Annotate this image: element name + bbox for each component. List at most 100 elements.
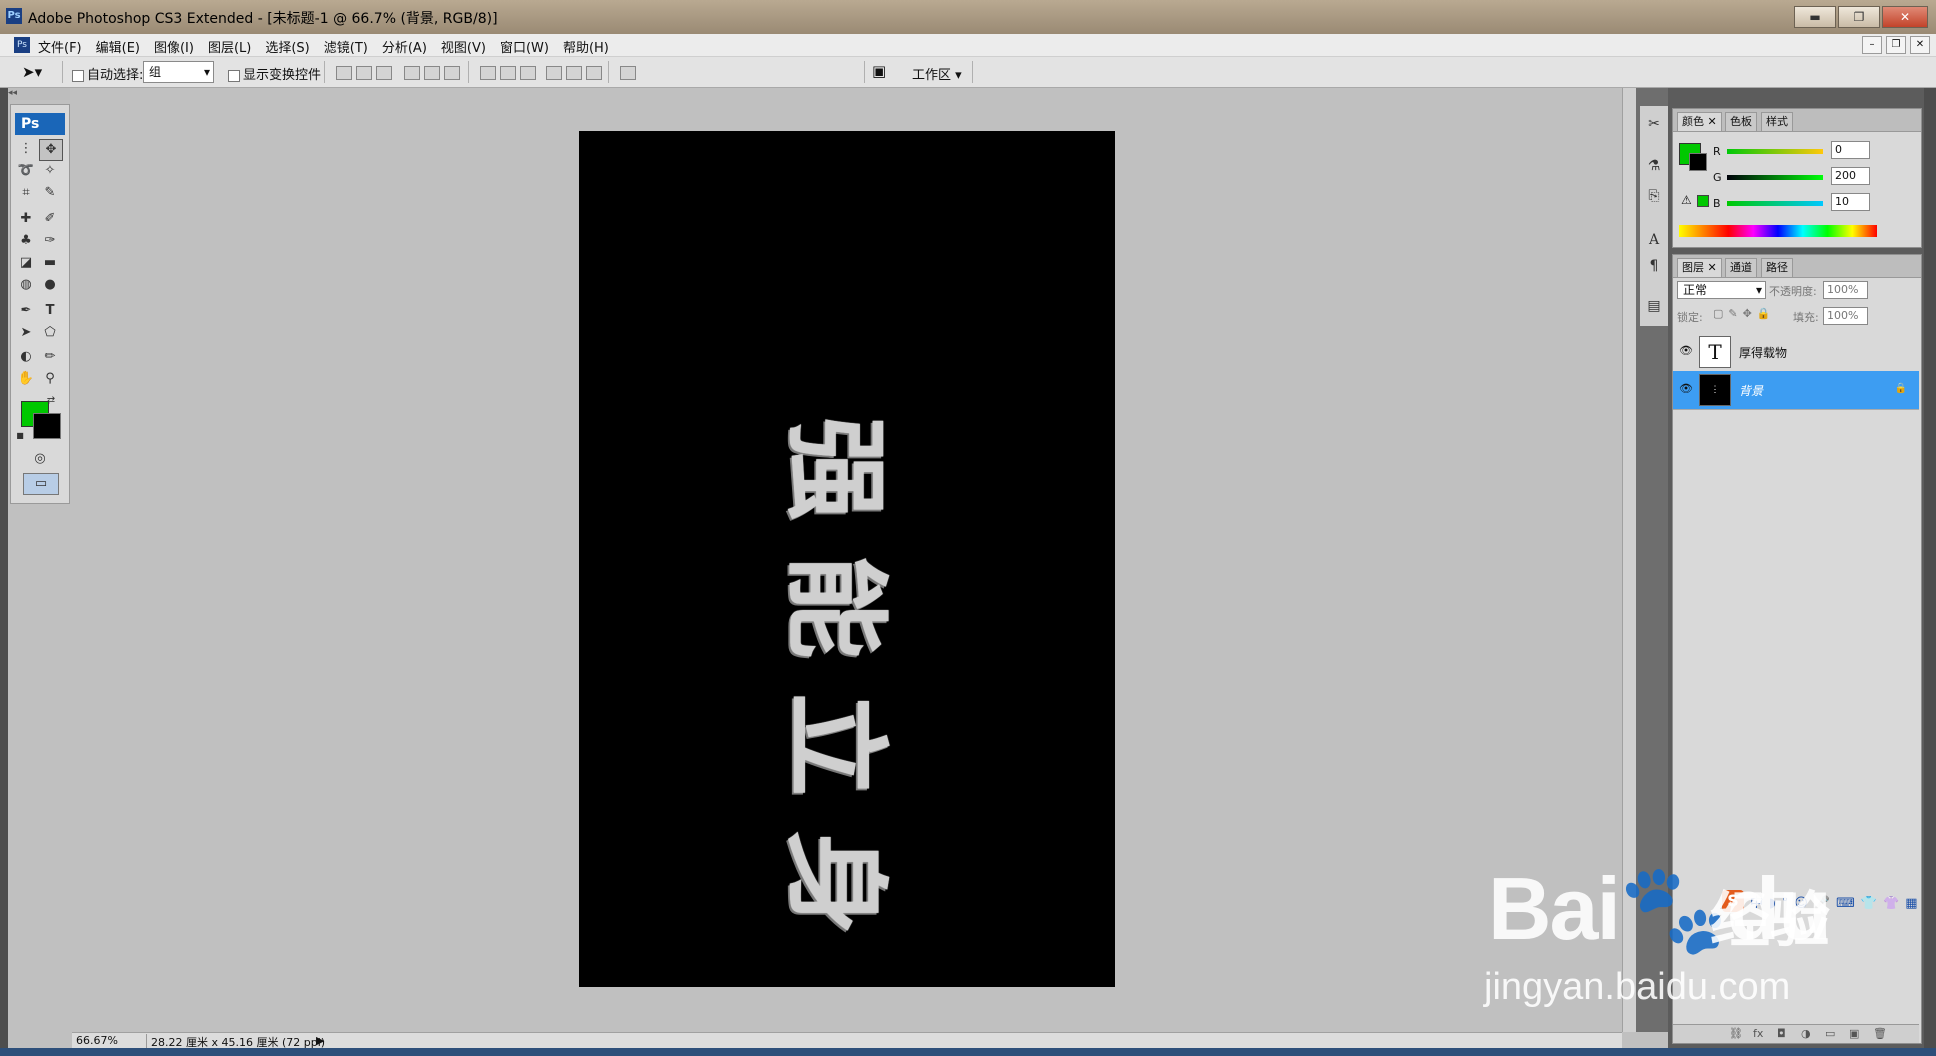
quick-mask-icon[interactable]: ◎ [28, 449, 52, 469]
bridge-icon[interactable]: ▣ [872, 62, 886, 80]
opacity-input[interactable]: 100% [1823, 281, 1868, 299]
layer-row-background[interactable]: 👁 ⋮ 背景 🔒 [1673, 371, 1919, 410]
channel-r-input[interactable]: 0 [1831, 141, 1870, 159]
slice-tool-icon[interactable]: ✎ [39, 183, 61, 203]
align-bottom-icon[interactable] [376, 66, 392, 80]
dodge-tool-icon[interactable]: ● [39, 275, 61, 295]
tab-channels[interactable]: 通道 [1725, 258, 1757, 277]
shape-tool-icon[interactable]: ⬠ [39, 323, 61, 343]
channel-g-input[interactable]: 200 [1831, 167, 1870, 185]
maximize-button[interactable]: ❐ [1838, 6, 1880, 28]
healing-brush-icon[interactable]: ✚ [15, 209, 37, 229]
doc-close-button[interactable]: ✕ [1910, 36, 1930, 54]
distribute-top-icon[interactable] [480, 66, 496, 80]
swap-colors-icon[interactable]: ⇄ [45, 395, 57, 407]
pen-tool-icon[interactable]: ✒ [15, 301, 37, 321]
distribute-hcenter-icon[interactable] [566, 66, 582, 80]
marquee-tool-icon[interactable]: ⋮ [15, 139, 37, 159]
channel-b-slider[interactable] [1727, 201, 1823, 206]
show-transform-checkbox[interactable]: 显示变换控件 [228, 64, 321, 83]
move-tool-icon[interactable]: ✥ [39, 139, 63, 161]
auto-select-checkbox[interactable]: 自动选择: [72, 64, 143, 83]
menu-view[interactable]: 视图(V) [441, 37, 486, 56]
toolbox-collapse-bar[interactable]: ◂◂ [8, 88, 70, 100]
visibility-eye-icon[interactable]: 👁 [1679, 383, 1693, 395]
distribute-left-icon[interactable] [546, 66, 562, 80]
doc-restore-button[interactable]: ❐ [1886, 36, 1906, 54]
screen-mode-icon[interactable]: ▭ [23, 473, 59, 495]
actions-panel-icon[interactable]: ⎘ [1644, 186, 1664, 206]
menu-analysis[interactable]: 分析(A) [382, 37, 427, 56]
channel-r-slider[interactable] [1727, 149, 1823, 154]
3d-rotate-icon[interactable]: ◐ [15, 347, 37, 367]
doc-minimize-button[interactable]: – [1862, 36, 1882, 54]
align-top-icon[interactable] [336, 66, 352, 80]
align-right-icon[interactable] [444, 66, 460, 80]
path-selection-icon[interactable]: ➤ [15, 323, 37, 343]
background-color-swatch[interactable] [33, 413, 61, 439]
paragraph-panel-icon[interactable]: ¶ [1644, 256, 1664, 276]
gamut-color-swatch[interactable] [1697, 195, 1709, 207]
move-tool-preset-icon[interactable]: ➤▾ [22, 63, 42, 81]
minimize-button[interactable]: ▬ [1794, 6, 1836, 28]
workspace-button[interactable]: 工作区 ▾ [912, 64, 962, 83]
document-canvas[interactable]: 强 能 立 身 [579, 131, 1115, 987]
default-colors-icon[interactable]: ■ [15, 431, 25, 441]
distribute-bottom-icon[interactable] [520, 66, 536, 80]
type-tool-icon[interactable]: T [39, 301, 61, 321]
clone-stamp-icon[interactable]: ♣ [15, 231, 37, 251]
visibility-eye-icon[interactable]: 👁 [1679, 345, 1693, 357]
menu-layer[interactable]: 图层(L) [208, 37, 251, 56]
blur-tool-icon[interactable]: ◍ [15, 275, 37, 295]
align-hcenter-icon[interactable] [424, 66, 440, 80]
navigator-panel-icon[interactable]: ✂ [1644, 114, 1664, 134]
close-button[interactable]: ✕ [1882, 6, 1928, 28]
menu-edit[interactable]: 编辑(E) [96, 37, 140, 56]
history-brush-icon[interactable]: ✑ [39, 231, 61, 251]
eyedropper-tool-icon[interactable]: ✏ [39, 347, 61, 367]
lock-icons[interactable]: ▢✎✥🔒 [1713, 307, 1776, 320]
status-menu-arrow-icon[interactable]: ▶ [316, 1034, 324, 1047]
color-bg-swatch[interactable] [1689, 153, 1707, 171]
menu-filter[interactable]: 滤镜(T) [324, 37, 368, 56]
fill-input[interactable]: 100% [1823, 307, 1868, 325]
distribute-right-icon[interactable] [586, 66, 602, 80]
tab-styles[interactable]: 样式 [1761, 112, 1793, 131]
color-spectrum-bar[interactable] [1679, 225, 1877, 237]
crop-tool-icon[interactable]: ⌗ [15, 183, 37, 203]
menu-window[interactable]: 窗口(W) [500, 37, 549, 56]
align-vcenter-icon[interactable] [356, 66, 372, 80]
brush-tool-icon[interactable]: ✐ [39, 209, 61, 229]
align-left-icon[interactable] [404, 66, 420, 80]
hand-tool-icon[interactable]: ✋ [15, 369, 37, 389]
channel-b-input[interactable]: 10 [1831, 193, 1870, 211]
history-panel-icon[interactable]: ⚗ [1644, 156, 1664, 176]
tab-color[interactable]: 颜色 ✕ [1677, 112, 1722, 131]
distribute-vcenter-icon[interactable] [500, 66, 516, 80]
title-bar: Ps Adobe Photoshop CS3 Extended - [未标题-1… [0, 0, 1936, 34]
channel-g-slider[interactable] [1727, 175, 1823, 180]
blend-mode-dropdown[interactable]: 正常 ▾ [1677, 281, 1766, 299]
auto-select-dropdown[interactable]: 组 ▾ [143, 61, 214, 83]
tab-paths[interactable]: 路径 [1761, 258, 1793, 277]
menu-help[interactable]: 帮助(H) [563, 37, 609, 56]
magic-wand-tool-icon[interactable]: ✧ [39, 161, 61, 181]
lasso-tool-icon[interactable]: ➰ [15, 161, 37, 181]
watermark-url: jingyan.baidu.com [1484, 966, 1791, 1008]
gamut-warning-icon[interactable]: ⚠ [1681, 193, 1692, 207]
menu-file[interactable]: 文件(F) [38, 37, 82, 56]
tab-layers[interactable]: 图层 ✕ [1677, 258, 1722, 277]
character-panel-icon[interactable]: A [1644, 230, 1664, 250]
gradient-tool-icon[interactable]: ▬ [39, 253, 61, 273]
document-icon[interactable]: Ps [14, 37, 30, 53]
menu-select[interactable]: 选择(S) [265, 37, 309, 56]
tab-swatches[interactable]: 色板 [1725, 112, 1757, 131]
layer-row-text[interactable]: 👁 T 厚得载物 [1673, 333, 1919, 372]
eraser-tool-icon[interactable]: ◪ [15, 253, 37, 273]
menu-image[interactable]: 图像(I) [154, 37, 194, 56]
zoom-tool-icon[interactable]: ⚲ [39, 369, 61, 389]
status-bar: 66.67% 28.22 厘米 x 45.16 厘米 (72 ppi) ▶ [72, 1032, 1622, 1050]
layer-comps-panel-icon[interactable]: ▤ [1644, 296, 1664, 316]
zoom-level[interactable]: 66.67% [76, 1034, 118, 1047]
auto-align-layers-icon[interactable] [620, 66, 636, 80]
